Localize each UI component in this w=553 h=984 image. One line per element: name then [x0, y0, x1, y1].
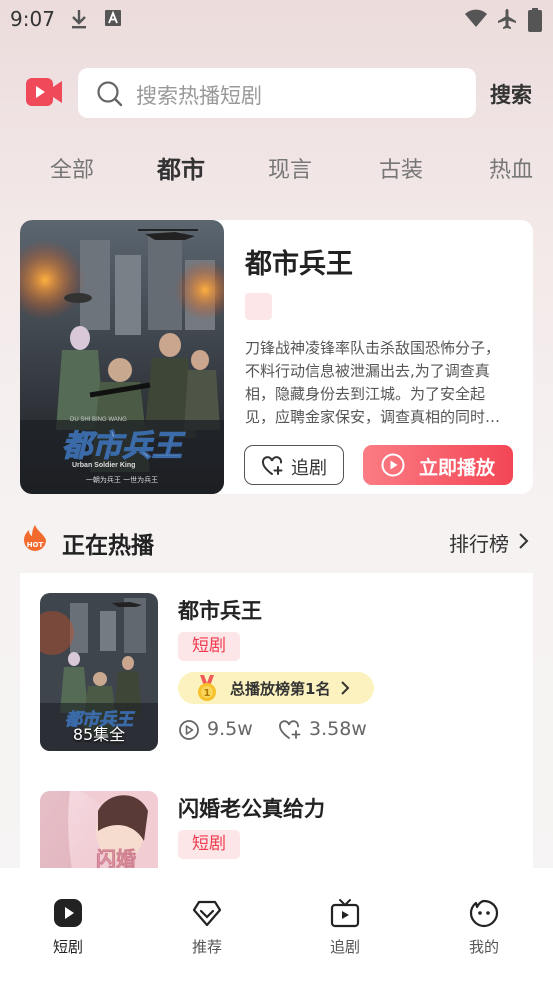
featured-card[interactable]: 都市兵王 DU SHI BING WANG Urban Soldier King… [20, 220, 533, 494]
recommend-heart-icon [192, 900, 222, 927]
section-title: 正在热播 [62, 533, 154, 559]
chevron-right-icon[interactable] [517, 532, 529, 550]
rank-label: 总播放榜第1名 [230, 680, 331, 698]
category-tabs: 全部 都市 现言 古装 热血 [0, 150, 553, 190]
search-button[interactable]: 搜索 [490, 79, 532, 109]
medal-icon: 1 [198, 675, 216, 701]
tab-action[interactable]: 热血 [489, 152, 533, 184]
search-placeholder: 搜索热播短剧 [136, 84, 262, 108]
play-circle-icon [381, 453, 405, 477]
tv-icon [330, 899, 360, 928]
medal-number: 1 [204, 688, 211, 699]
poster-title-text: 都市兵王 [62, 429, 186, 463]
tab-all[interactable]: 全部 [50, 152, 94, 184]
face-icon [469, 899, 499, 928]
heart-plus-icon [261, 456, 283, 475]
rank-badge[interactable]: 1 总播放榜第1名 [178, 672, 374, 704]
play-now-label: 立即播放 [419, 457, 496, 479]
search-icon [97, 81, 123, 107]
nav-label: 追剧 [329, 938, 360, 956]
episode-count: 85集全 [72, 725, 126, 744]
airplane-mode-icon [498, 9, 516, 29]
tab-costume[interactable]: 古装 [379, 152, 423, 184]
play-icon [54, 899, 82, 927]
drama-title: 都市兵王 [178, 599, 262, 623]
nav-label: 短剧 [52, 938, 83, 956]
wifi-icon [465, 9, 487, 27]
nav-label: 推荐 [191, 938, 222, 956]
drama-thumbnail[interactable]: 都市兵王 85集全 [40, 593, 158, 751]
poster-tagline-text: 一朝为兵王 一世为兵王 [86, 475, 158, 484]
font-app-icon [105, 10, 121, 26]
featured-title: 都市兵王 [245, 249, 353, 280]
nav-item-profile[interactable]: 我的 [434, 868, 534, 968]
bottom-nav: 短剧 推荐 追剧 我的 [0, 868, 553, 984]
follow-button[interactable]: 追剧 [244, 445, 344, 485]
chevron-right-icon [341, 681, 350, 695]
status-bar: 9:07 [0, 0, 553, 38]
drama-stats: 9.5w 3.58w [178, 718, 478, 742]
like-count: 3.58w [309, 718, 367, 740]
follow-button-label: 追剧 [291, 458, 327, 479]
tab-romance[interactable]: 现言 [268, 152, 312, 184]
app-logo-icon [26, 78, 62, 106]
featured-tag-badge [245, 293, 272, 320]
hot-section-header: HOT 正在热播 排行榜 [20, 524, 533, 560]
status-time: 9:07 [10, 7, 55, 31]
battery-icon [528, 8, 542, 32]
play-now-button[interactable]: 立即播放 [363, 445, 513, 485]
nav-item-dramas[interactable]: 短剧 [18, 868, 118, 968]
drama-tag: 短剧 [178, 632, 240, 661]
play-count: 9.5w [207, 718, 253, 740]
featured-poster[interactable]: 都市兵王 DU SHI BING WANG Urban Soldier King… [20, 220, 224, 494]
drama-title: 闪婚老公真给力 [178, 797, 325, 821]
hot-flame-icon: HOT [24, 525, 46, 551]
nav-item-following[interactable]: 追剧 [295, 868, 395, 968]
list-item[interactable]: 都市兵王 85集全 都市兵王 短剧 1 总播放榜第1名 9.5w 3.58w [20, 573, 533, 751]
hot-badge-text: HOT [27, 541, 44, 549]
play-count-icon [179, 720, 199, 740]
heart-plus-icon [279, 720, 301, 739]
nav-label: 我的 [468, 938, 499, 956]
featured-description: 刀锋战神凌锋率队击杀敌国恐怖分子，不料行动信息被泄漏出去,为了调查真相，隐藏身份… [245, 339, 501, 426]
ranking-link[interactable]: 排行榜 [449, 528, 509, 557]
search-input[interactable]: 搜索热播短剧 [78, 68, 476, 118]
drama-list: 都市兵王 85集全 都市兵王 短剧 1 总播放榜第1名 9.5w 3.58w 闪… [20, 573, 533, 884]
download-icon [72, 10, 86, 29]
poster-pinyin-text: DU SHI BING WANG [70, 417, 127, 423]
tab-urban[interactable]: 都市 [157, 150, 205, 185]
poster-subtitle-text: Urban Soldier King [72, 462, 135, 469]
nav-item-recommend[interactable]: 推荐 [157, 868, 257, 968]
drama-tag: 短剧 [178, 830, 240, 859]
